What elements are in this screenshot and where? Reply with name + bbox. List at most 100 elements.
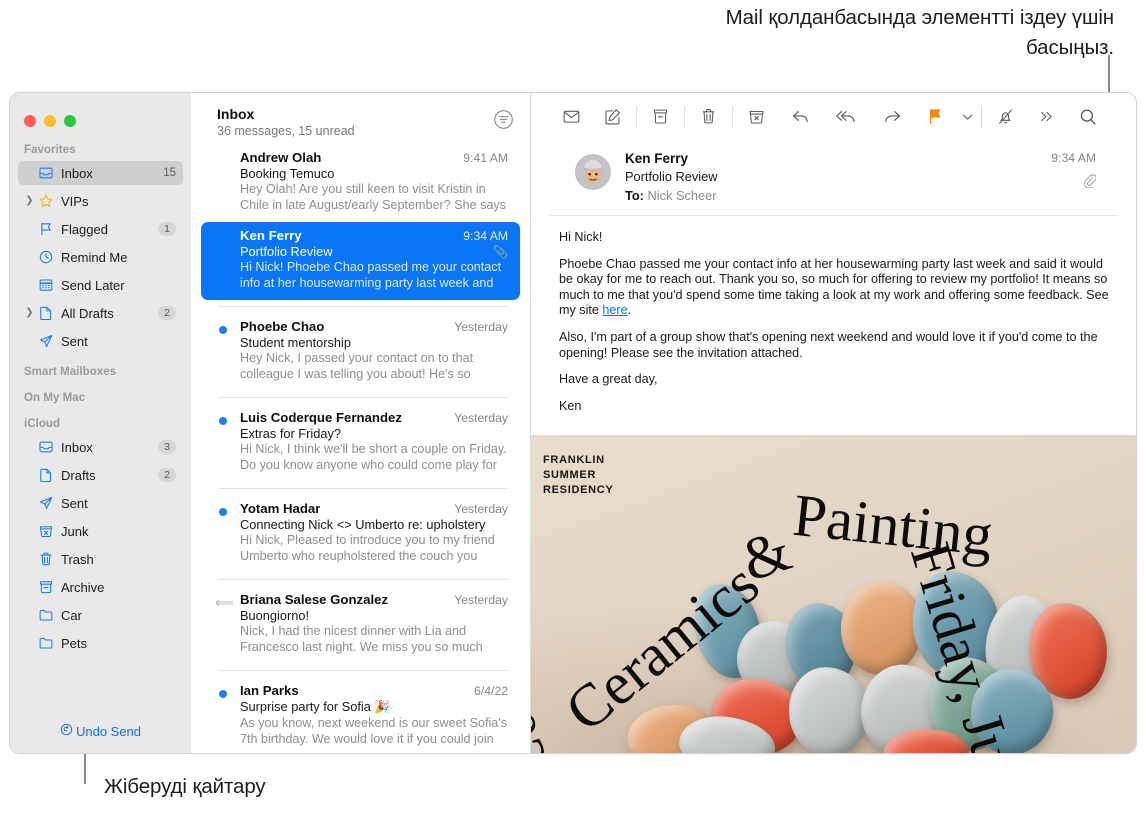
minimize-button[interactable]	[44, 115, 56, 127]
compose-icon[interactable]	[592, 102, 633, 132]
message-date: Yesterday	[454, 320, 508, 334]
message-list-header: Inbox 36 messages, 15 unread	[191, 93, 530, 144]
message-list[interactable]: Inbox 36 messages, 15 unread Andrew Olah…	[191, 93, 531, 753]
more-icon[interactable]	[1026, 102, 1067, 132]
message-date: Yesterday	[454, 411, 508, 425]
sidebar-item-label: Send Later	[61, 277, 125, 293]
callout-undo-send-text: Жіберуді қайтару	[104, 775, 266, 798]
flag-icon	[36, 221, 56, 237]
search-icon[interactable]	[1067, 102, 1108, 132]
attachment-poster[interactable]: FRANKLIN SUMMER RESIDENCY Ceramics & Paint…	[531, 435, 1136, 753]
sidebar-item-sent[interactable]: Sent	[18, 491, 183, 515]
sidebar-item-trash[interactable]: Trash	[18, 547, 183, 571]
message-list-item[interactable]: Ian Parks 6/4/22 Surprise party for Sofi…	[201, 677, 520, 753]
message-list-divider	[218, 579, 508, 580]
message-sender: Andrew Olah	[240, 150, 322, 165]
message-preview: As you know, next weekend is our sweet S…	[240, 716, 508, 748]
reply-icon[interactable]	[777, 102, 823, 132]
junk-icon[interactable]	[736, 102, 777, 132]
message-list-divider	[218, 397, 508, 398]
sidebar-item-vips[interactable]: ❯ VIPs	[18, 189, 183, 213]
message-recipients: To: Nick Scheer	[625, 188, 1041, 203]
message-subject: Student mentorship	[240, 335, 351, 350]
sidebar-item-inbox[interactable]: Inbox 15	[18, 161, 183, 185]
inbox-icon	[36, 439, 56, 455]
sidebar-item-drafts[interactable]: Drafts 2	[18, 463, 183, 487]
message-sender: Ian Parks	[240, 683, 299, 698]
trash-icon	[36, 551, 56, 567]
filter-icon[interactable]	[493, 109, 514, 135]
message-list-divider	[218, 306, 508, 307]
junk-icon	[36, 523, 56, 539]
sidebar-item-send-later[interactable]: Send Later	[18, 273, 183, 297]
message-list-item[interactable]: ⟸ Briana Salese Gonzalez Yesterday Buong…	[201, 586, 520, 664]
paperclip-icon: 📎	[493, 245, 508, 259]
zoom-button[interactable]	[64, 115, 76, 127]
callout-search-text: Mail қолданбасында элементті іздеу үшін …	[725, 6, 1114, 59]
inbox-icon	[36, 165, 56, 181]
chevron-right-icon[interactable]: ❯	[23, 196, 36, 206]
mail-window: Favorites Inbox 15 ❯ VIPs Flagged 1 Remind Me Se…	[9, 92, 1137, 754]
to-value: Nick Scheer	[647, 188, 717, 203]
close-button[interactable]	[24, 115, 36, 127]
sent-icon	[36, 333, 56, 349]
archive-icon[interactable]	[640, 102, 681, 132]
flag-icon[interactable]	[915, 102, 956, 132]
message-list-item[interactable]: Yotam Hadar Yesterday Connecting Nick <>…	[201, 495, 520, 573]
sidebar-item-count: 15	[163, 167, 176, 179]
trash-icon[interactable]	[688, 102, 729, 132]
undo-send-button[interactable]: Undo Send	[10, 723, 191, 739]
sidebar-item-label: Archive	[61, 579, 105, 595]
sidebar-section-header: On My Mac	[24, 392, 86, 404]
sidebar-item-count: 1	[158, 222, 176, 236]
message-list-item[interactable]: Luis Coderque Fernandez Yesterday Extras…	[201, 404, 520, 482]
message-list-item[interactable]: Phoebe Chao Yesterday Student mentorship…	[201, 313, 520, 391]
site-link[interactable]: here	[602, 303, 627, 317]
message-sender: Phoebe Chao	[240, 319, 325, 334]
chevron-right-icon[interactable]: ❯	[23, 308, 36, 318]
mark-unread-icon[interactable]	[551, 102, 592, 132]
message-preview: Hi Nick, Pleased to introduce you to my …	[240, 533, 495, 565]
undo-send-label: Undo Send	[75, 723, 142, 739]
forward-icon[interactable]	[869, 102, 915, 132]
sidebar-item-label: Remind Me	[61, 249, 128, 265]
sidebar-item-junk[interactable]: Junk	[18, 519, 183, 543]
body-paragraph-1: Phoebe Chao passed me your contact info …	[559, 257, 1112, 319]
sidebar-section-header: iCloud	[24, 418, 61, 430]
chevron-down-icon[interactable]	[956, 102, 978, 132]
sidebar-item-archive[interactable]: Archive	[18, 575, 183, 599]
sidebar: Favorites Inbox 15 ❯ VIPs Flagged 1 Remind Me Se…	[10, 93, 191, 753]
message-date: Yesterday	[454, 593, 508, 607]
message-time: 9:34 AM	[1051, 151, 1096, 165]
sidebar-section-header: Favorites	[24, 144, 76, 156]
sidebar-item-car[interactable]: Car	[18, 603, 183, 627]
sidebar-item-label: Trash	[61, 551, 94, 567]
paperclip-icon[interactable]	[1051, 173, 1097, 191]
sidebar-item-sent[interactable]: Sent	[18, 329, 183, 353]
sidebar-item-flagged[interactable]: Flagged 1	[18, 217, 183, 241]
message-subject: Booking Temuco	[240, 166, 335, 181]
toolbar	[531, 93, 1136, 140]
sidebar-item-remind-me[interactable]: Remind Me	[18, 245, 183, 269]
window-controls	[10, 101, 191, 135]
message-subject: Surprise party for Sofia 🎉	[240, 699, 391, 714]
mute-icon[interactable]	[985, 102, 1026, 132]
reply-all-icon[interactable]	[823, 102, 869, 132]
sidebar-item-label: All Drafts	[61, 305, 114, 321]
sidebar-item-label: Junk	[61, 523, 89, 539]
sidebar-item-label: VIPs	[61, 193, 89, 209]
sidebar-item-inbox[interactable]: Inbox 3	[18, 435, 183, 459]
message-preview: Hey Nick, I passed your contact on to th…	[240, 351, 474, 383]
sidebar-item-pets[interactable]: Pets	[18, 631, 183, 655]
reading-pane: Ken Ferry Portfolio Review To: Nick Sche…	[531, 93, 1136, 753]
clock-icon	[36, 249, 56, 265]
draft-icon	[36, 467, 56, 483]
sidebar-item-label: Inbox	[61, 439, 93, 455]
sent-icon	[36, 495, 56, 511]
message-list-item[interactable]: Ken Ferry 9:34 AM Portfolio Review 📎 Hi …	[201, 222, 520, 300]
sidebar-item-label: Sent	[61, 333, 88, 349]
folder-icon	[36, 607, 56, 623]
message-list-item[interactable]: Andrew Olah 9:41 AM Booking Temuco Hey O…	[201, 144, 520, 222]
calendar-icon	[36, 277, 56, 293]
sidebar-item-all-drafts[interactable]: ❯ All Drafts 2	[18, 301, 183, 325]
